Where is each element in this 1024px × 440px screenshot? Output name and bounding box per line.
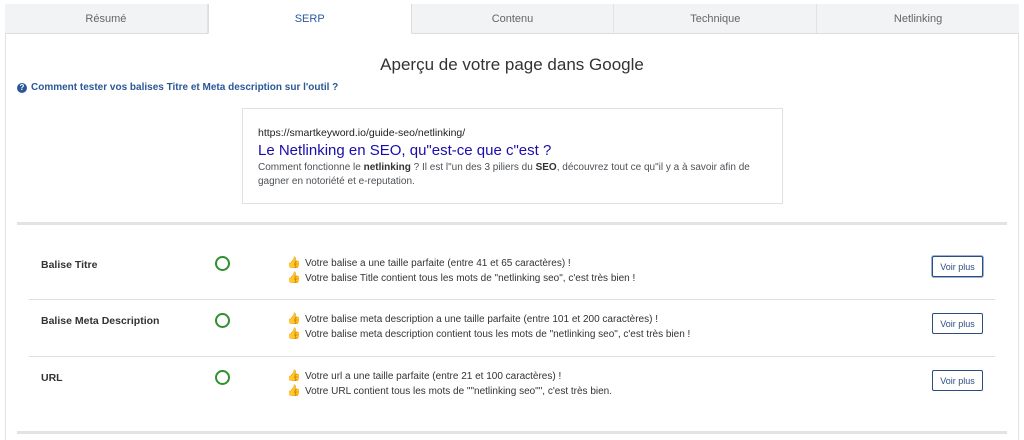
preview-desc-part: ? Il est l"un des 3 piliers du — [410, 162, 536, 173]
voir-plus-button[interactable]: Voir plus — [932, 313, 983, 334]
green-circle-icon — [215, 313, 230, 328]
section-divider — [17, 431, 1007, 434]
message-item: 👍 Votre url a une taille parfaite (entre … — [287, 369, 612, 384]
message-item: 👍 Votre balise meta description contient … — [287, 327, 690, 342]
row-label: URL — [41, 372, 63, 384]
check-row-url: URL 👍 Votre url a une taille parfaite (en… — [29, 356, 995, 413]
tab-bar: Résumé SERP Contenu Technique Netlinking — [5, 4, 1019, 34]
message-item: 👍 Votre balise meta description a une tai… — [287, 312, 690, 327]
preview-url: https://smartkeyword.io/guide-seo/netlin… — [258, 127, 466, 139]
message-text: Votre balise a une taille parfaite (entr… — [305, 258, 571, 269]
row-messages: 👍 Votre url a une taille parfaite (entre … — [287, 369, 612, 399]
row-label: Balise Titre — [41, 259, 98, 271]
thumbs-up-icon: 👍 — [287, 272, 301, 284]
tab-serp[interactable]: SERP — [207, 4, 412, 34]
question-circle-icon: ? — [17, 82, 27, 93]
thumbs-up-icon: 👍 — [287, 385, 301, 397]
message-text: Votre url a une taille parfaite (entre 2… — [305, 371, 562, 382]
tab-contenu[interactable]: Contenu — [412, 4, 615, 33]
thumbs-up-icon: 👍 — [287, 370, 301, 382]
message-text: Votre balise meta description contient t… — [305, 329, 691, 340]
check-row-meta-description: Balise Meta Description 👍 Votre balise me… — [29, 299, 995, 356]
google-preview: https://smartkeyword.io/guide-seo/netlin… — [242, 108, 783, 204]
tab-resume[interactable]: Résumé — [5, 4, 208, 33]
message-item: 👍 Votre balise Title contient tous les mo… — [287, 271, 635, 286]
preview-title[interactable]: Le Netlinking en SEO, qu"est-ce que c"es… — [258, 142, 768, 160]
green-circle-icon — [215, 370, 230, 385]
voir-plus-button[interactable]: Voir plus — [932, 370, 983, 391]
help-link[interactable]: ? Comment tester vos balises Titre et Me… — [17, 82, 338, 93]
thumbs-up-icon: 👍 — [287, 313, 301, 325]
message-text: Votre balise Title contient tous les mot… — [305, 273, 636, 284]
voir-plus-button[interactable]: Voir plus — [932, 256, 983, 277]
tab-technique[interactable]: Technique — [614, 4, 818, 33]
check-row-title: Balise Titre 👍 Votre balise a une taille … — [29, 236, 995, 293]
message-item: 👍 Votre balise a une taille parfaite (ent… — [287, 256, 635, 271]
page-title: Aperçu de votre page dans Google — [380, 55, 644, 74]
section-divider — [17, 222, 1007, 225]
thumbs-up-icon: 👍 — [287, 257, 301, 269]
preview-description: Comment fonctionne le netlinking ? Il es… — [258, 161, 768, 189]
thumbs-up-icon: 👍 — [287, 328, 301, 340]
message-text: Votre balise meta description a une tail… — [305, 314, 658, 325]
message-item: 👍 Votre URL contient tous les mots de ""n… — [287, 384, 612, 399]
row-messages: 👍 Votre balise meta description a une tai… — [287, 312, 690, 342]
preview-desc-keyword: netlinking — [363, 162, 411, 173]
row-messages: 👍 Votre balise a une taille parfaite (ent… — [287, 256, 635, 286]
tab-netlinking[interactable]: Netlinking — [817, 4, 1019, 33]
green-circle-icon — [215, 256, 230, 271]
help-link-text: Comment tester vos balises Titre et Meta… — [31, 82, 339, 93]
preview-desc-keyword: SEO — [535, 162, 557, 173]
preview-desc-part: Comment fonctionne le — [258, 162, 364, 173]
row-label: Balise Meta Description — [41, 315, 160, 327]
message-text: Votre URL contient tous les mots de ""ne… — [305, 386, 613, 397]
